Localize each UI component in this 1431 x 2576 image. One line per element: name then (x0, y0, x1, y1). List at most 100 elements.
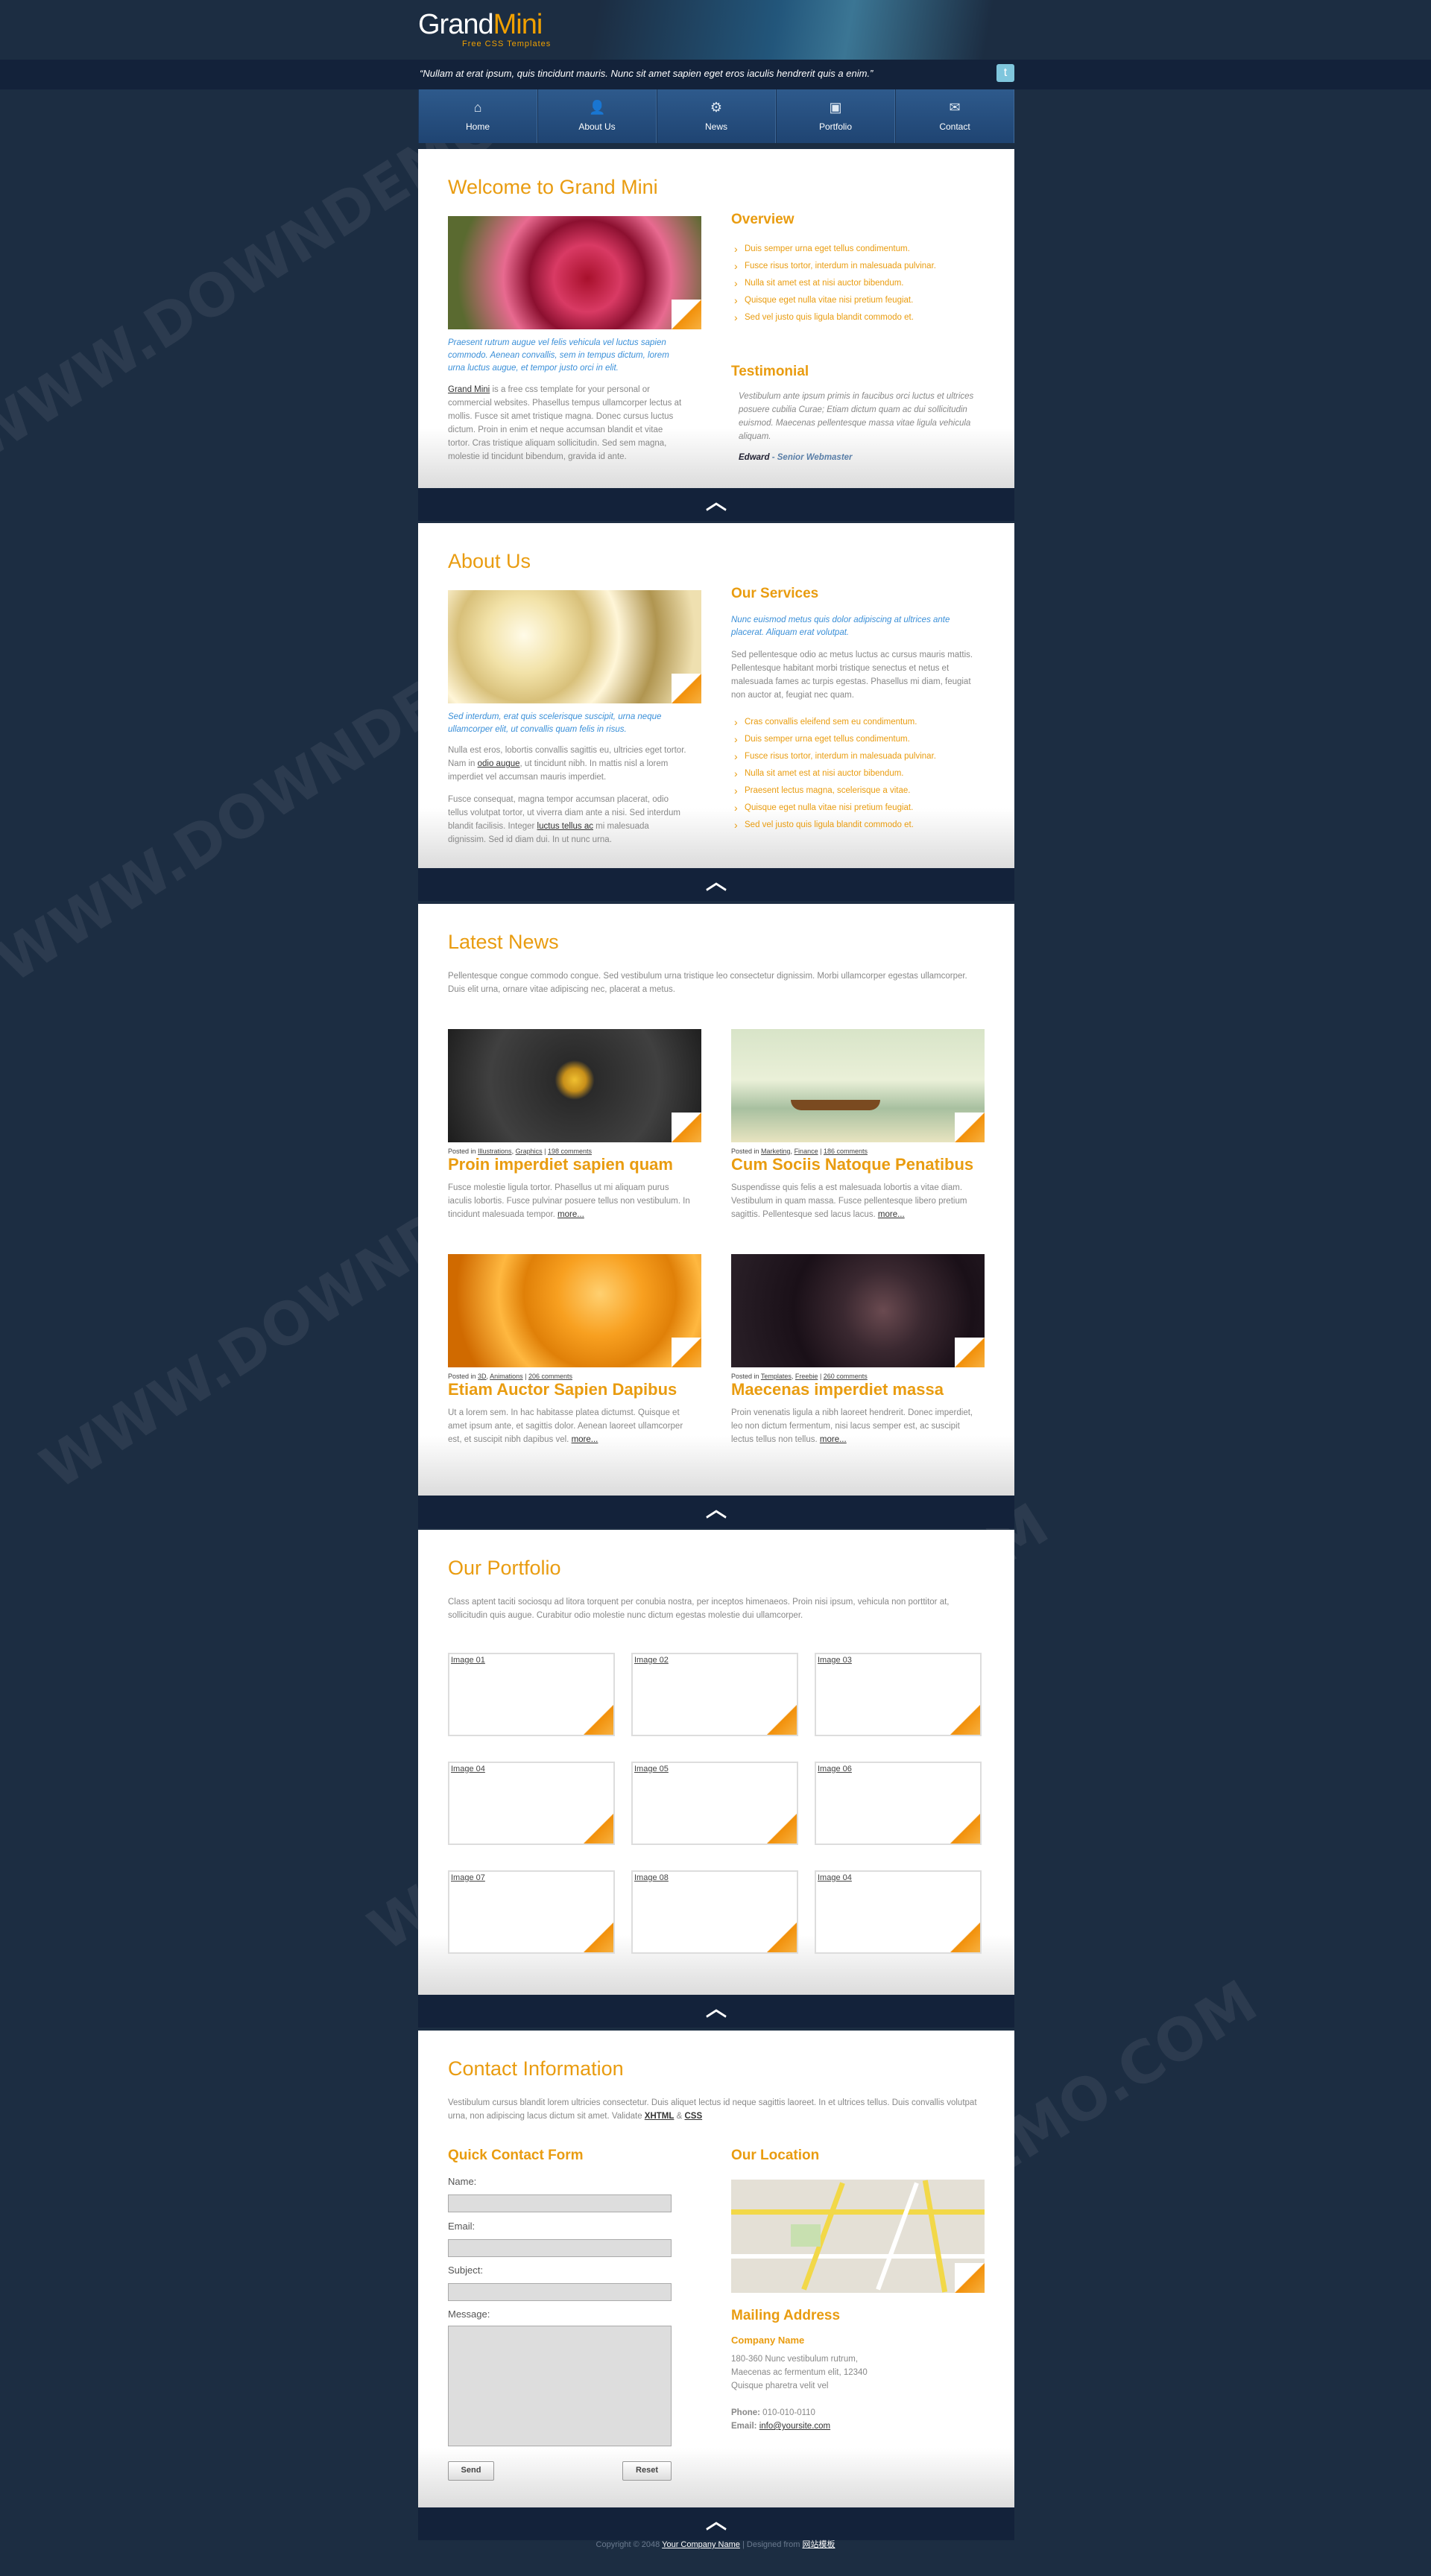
services-title: Our Services (731, 586, 819, 601)
portfolio-item[interactable]: Image 08 (631, 1870, 798, 1954)
nav-about[interactable]: 👤 About Us (537, 89, 657, 143)
reset-button[interactable]: Reset (622, 2461, 672, 2481)
nav-portfolio[interactable]: ▣ Portfolio (776, 89, 895, 143)
contact-title: Contact Information (448, 2057, 624, 2080)
category-link[interactable]: Marketing (761, 1148, 791, 1155)
company-name: Company Name (731, 2335, 805, 2346)
more-link[interactable]: more... (572, 1435, 598, 1444)
news-excerpt: Suspendisse quis felis a est malesuada l… (731, 1183, 967, 1219)
home-icon: ⌂ (473, 100, 482, 115)
overview-list: Duis semper urna eget tellus condimentum… (731, 241, 985, 326)
comments-link[interactable]: 206 comments (528, 1373, 572, 1380)
portfolio-item[interactable]: Image 01 (448, 1653, 615, 1736)
testimonial-text: Vestibulum ante ipsum primis in faucibus… (739, 392, 974, 441)
welcome-title: Welcome to Grand Mini (448, 176, 658, 198)
news-section: Latest News Pellentesque congue commodo … (418, 904, 1014, 1496)
category-link[interactable]: Animations (490, 1373, 523, 1380)
logo-tagline: Free CSS Templates (462, 39, 552, 48)
send-button[interactable]: Send (448, 2461, 494, 2481)
more-link[interactable]: more... (878, 1210, 905, 1219)
more-link[interactable]: more... (820, 1435, 847, 1444)
back-to-top-button[interactable]: ︿ (418, 1995, 1014, 2028)
grand-mini-link[interactable]: Grand Mini (448, 385, 490, 394)
category-link[interactable]: Illustrations (478, 1148, 512, 1155)
news-title-link[interactable]: Etiam Auctor Sapien Dapibus (448, 1380, 677, 1399)
about-caption: Sed interdum, erat quis scelerisque susc… (448, 712, 662, 734)
more-link[interactable]: more... (557, 1210, 584, 1219)
news-title-link[interactable]: Proin imperdiet sapien quam (448, 1155, 673, 1174)
welcome-section: Welcome to Grand Mini Praesent rutrum au… (418, 149, 1014, 488)
portfolio-item[interactable]: Image 04 (815, 1870, 982, 1954)
category-link[interactable]: Finance (795, 1148, 818, 1155)
address-line: Quisque pharetra velit vel (731, 2382, 829, 2390)
welcome-caption: Praesent rutrum augue vel felis vehicula… (448, 338, 669, 373)
comments-link[interactable]: 198 comments (548, 1148, 592, 1155)
news-excerpt: Fusce molestie ligula tortor. Phasellus … (448, 1183, 690, 1219)
contact-intro: Vestibulum cursus blandit lorem ultricie… (448, 2098, 977, 2121)
twitter-icon[interactable]: t (996, 64, 1014, 82)
category-link[interactable]: 3D (478, 1373, 487, 1380)
email-field[interactable] (448, 2239, 672, 2257)
css-link[interactable]: CSS (684, 2112, 702, 2121)
portfolio-item[interactable]: Image 04 (448, 1762, 615, 1845)
message-label: Message: (448, 2308, 490, 2320)
contact-section: Contact Information Vestibulum cursus bl… (418, 2031, 1014, 2507)
category-link[interactable]: Freebie (795, 1373, 818, 1380)
list-item: Fusce risus tortor, interdum in malesuad… (731, 258, 985, 275)
nav-contact[interactable]: ✉ Contact (895, 89, 1014, 143)
subject-field[interactable] (448, 2283, 672, 2301)
services-list: Cras convallis eleifend sem eu condiment… (731, 714, 985, 834)
portfolio-item[interactable]: Image 07 (448, 1870, 615, 1954)
popcorn-photo (448, 590, 701, 703)
footer: Copyright © 2048 Your Company Name | Des… (596, 2540, 835, 2549)
portfolio-item[interactable]: Image 03 (815, 1653, 982, 1736)
news-photo[interactable] (731, 1254, 985, 1367)
back-to-top-button[interactable]: ︿ (418, 1496, 1014, 1528)
subject-label: Subject: (448, 2265, 483, 2276)
back-to-top-button[interactable]: ︿ (418, 2507, 1014, 2540)
list-item: Sed vel justo quis ligula blandit commod… (731, 309, 985, 326)
luctus-link[interactable]: luctus tellus ac (537, 822, 593, 831)
name-field[interactable] (448, 2194, 672, 2212)
odio-augue-link[interactable]: odio augue (478, 759, 520, 768)
news-photo[interactable] (448, 1029, 701, 1142)
news-photo[interactable] (731, 1029, 985, 1142)
company-link[interactable]: Your Company Name (662, 2540, 740, 2549)
news-title: Latest News (448, 931, 559, 953)
category-link[interactable]: Templates (761, 1373, 792, 1380)
nav-home[interactable]: ⌂ Home (418, 89, 537, 143)
news-meta: Posted in 3D, Animations | 206 comments (448, 1373, 572, 1380)
gear-icon: ⚙ (710, 100, 723, 115)
list-item: Quisque eget nulla vitae nisi pretium fe… (731, 800, 985, 817)
logo[interactable]: GrandMini (418, 9, 543, 41)
portfolio-item[interactable]: Image 05 (631, 1762, 798, 1845)
news-photo[interactable] (448, 1254, 701, 1367)
portfolio-item[interactable]: Image 02 (631, 1653, 798, 1736)
location-map[interactable] (731, 2180, 985, 2293)
address-line: Maecenas ac fermentum elit, 12340 (731, 2368, 868, 2377)
chevron-up-icon: ︿ (705, 1997, 727, 2020)
category-link[interactable]: Graphics (516, 1148, 543, 1155)
comments-link[interactable]: 186 comments (824, 1148, 868, 1155)
back-to-top-button[interactable]: ︿ (418, 868, 1014, 901)
news-title-link[interactable]: Cum Sociis Natoque Penatibus (731, 1155, 973, 1174)
list-item: Sed vel justo quis ligula blandit commod… (731, 817, 985, 834)
name-label: Name: (448, 2176, 477, 2187)
welcome-body: Grand Mini is a free css template for yo… (448, 385, 682, 461)
portfolio-item[interactable]: Image 06 (815, 1762, 982, 1845)
email-link[interactable]: info@yoursite.com (759, 2422, 830, 2431)
nav-news[interactable]: ⚙ News (657, 89, 776, 143)
news-title-link[interactable]: Maecenas imperdiet massa (731, 1380, 944, 1399)
header: GrandMini Free CSS Templates (0, 0, 1431, 60)
portfolio-intro: Class aptent taciti sociosqu ad litora t… (448, 1598, 950, 1620)
designer-link[interactable]: 网站模板 (802, 2540, 835, 2549)
comments-link[interactable]: 260 comments (824, 1373, 868, 1380)
xhtml-link[interactable]: XHTML (645, 2112, 675, 2121)
location-title: Our Location (731, 2148, 820, 2163)
message-field[interactable] (448, 2326, 672, 2446)
about-title: About Us (448, 550, 531, 572)
back-to-top-button[interactable]: ︿ (418, 488, 1014, 521)
testimonial-author: Edward - Senior Webmaster (739, 453, 853, 462)
about-section: About Us Sed interdum, erat quis sceleri… (418, 523, 1014, 868)
list-item: Quisque eget nulla vitae nisi pretium fe… (731, 292, 985, 309)
